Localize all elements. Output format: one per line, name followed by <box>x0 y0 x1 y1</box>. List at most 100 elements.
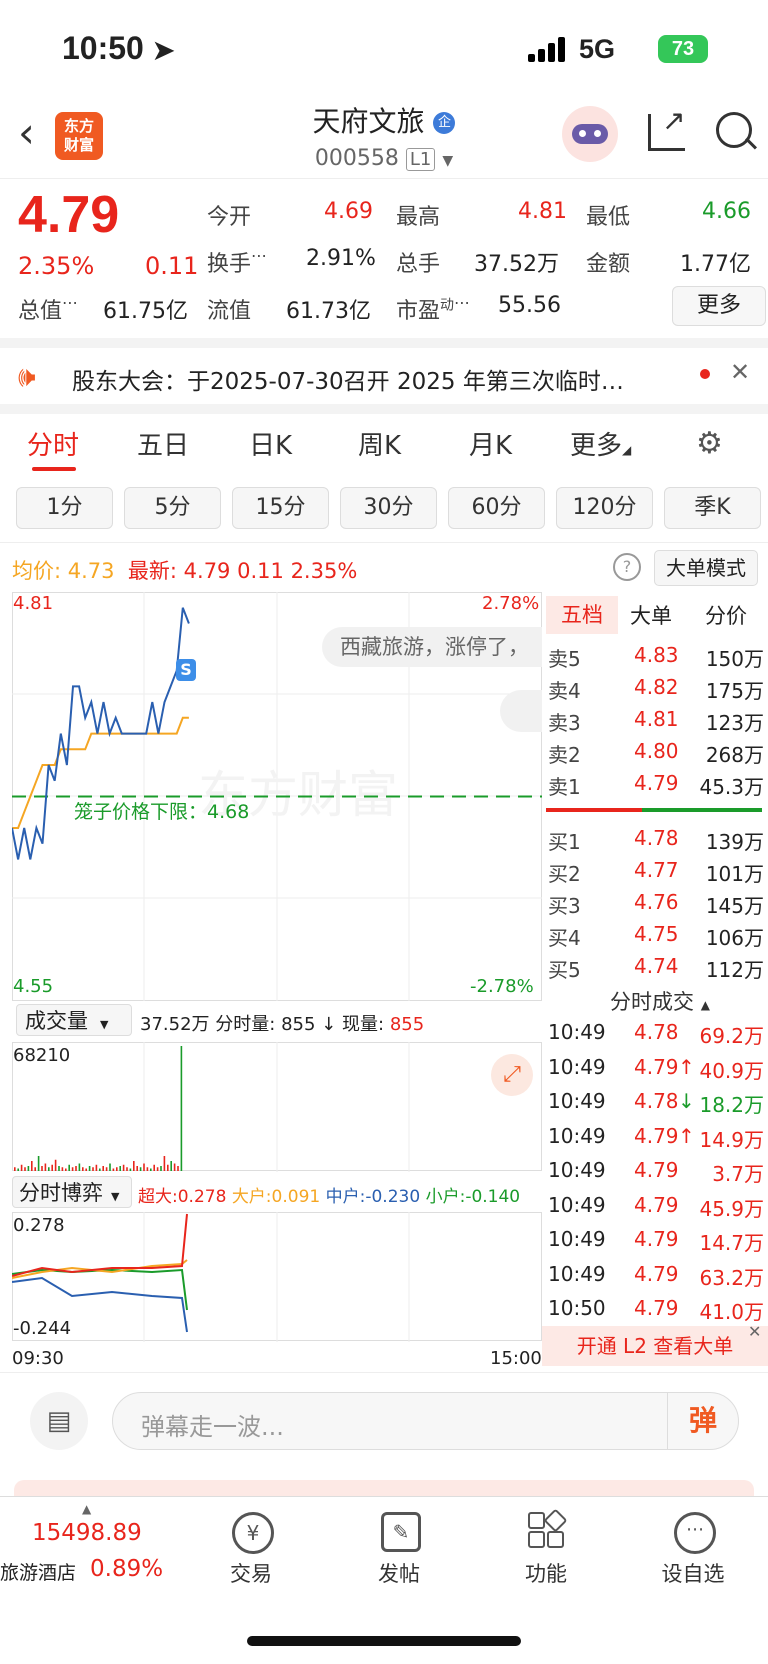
more-dots-icon[interactable]: ⋯ <box>674 1512 716 1554</box>
total-value: 61.75亿 <box>103 299 188 324</box>
trade-row: 10:49 4.79 ↑ 14.9万 <box>548 1124 764 1154</box>
volume-selector[interactable]: 成交量 ▼ <box>16 1004 132 1036</box>
trade-price: 4.79 <box>634 1123 679 1148</box>
tab-weekly-k[interactable]: 周K <box>358 425 401 462</box>
volume-bar <box>136 1166 138 1171</box>
bid-row[interactable]: 买4 4.75 106万 <box>548 922 764 952</box>
big-order-mode-button[interactable]: 大单模式 <box>654 550 758 586</box>
info-icon[interactable]: ⋯ <box>454 293 470 312</box>
ask-volume: 123万 <box>705 711 764 735</box>
dropdown-icon: ▼ <box>100 1018 109 1031</box>
comment-input[interactable]: 弹幕走一波... 弹 <box>112 1392 739 1450</box>
close-icon[interactable]: ✕ <box>748 1322 761 1341</box>
subtab-60min[interactable]: 60分 <box>448 487 545 529</box>
expand-icon[interactable]: ⤢ <box>491 1054 533 1096</box>
amount-value: 1.77亿 <box>680 252 751 277</box>
robot-avatar-icon[interactable] <box>562 106 618 162</box>
trade-price: 4.78 <box>634 1089 679 1113</box>
bid-row[interactable]: 买3 4.76 145万 <box>548 890 764 920</box>
bid-row[interactable]: 买2 4.77 101万 <box>548 858 764 888</box>
tab-daily-k[interactable]: 日K <box>249 425 292 462</box>
volume-bar <box>122 1164 125 1171</box>
settings-gear-icon[interactable]: ⚙ <box>696 426 723 461</box>
mascot-icon[interactable] <box>500 690 542 732</box>
status-time: 10:50 ➤ <box>62 30 175 66</box>
trade-row: 10:49 4.78 69.2万 <box>548 1020 764 1050</box>
ob-tab-price[interactable]: 分价 <box>705 600 747 630</box>
help-icon[interactable]: ? <box>613 553 641 581</box>
comment-send-button[interactable]: 弹 <box>667 1393 738 1449</box>
tab-intraday[interactable]: 分时 <box>27 425 79 462</box>
volume-bar <box>112 1168 115 1171</box>
trade-row: 10:49 4.79 63.2万 <box>548 1262 764 1292</box>
trade-icon[interactable]: ¥ <box>232 1512 274 1554</box>
search-icon[interactable] <box>716 112 752 148</box>
s-marker[interactable]: S <box>176 659 196 681</box>
turnover-label: 换手⋯ <box>207 246 268 277</box>
volume-bar <box>37 1156 40 1171</box>
ask-volume: 268万 <box>705 743 764 767</box>
tab-five-day[interactable]: 五日 <box>137 425 189 462</box>
bid-price: 4.75 <box>634 922 679 946</box>
location-arrow-icon: ➤ <box>152 35 175 65</box>
tab-more[interactable]: 更多◢ <box>570 425 631 462</box>
index-value[interactable]: 15498.89 <box>32 1520 142 1546</box>
subtab-season-k[interactable]: 季K <box>664 487 761 529</box>
ob-tab-big-order[interactable]: 大单 <box>630 600 672 630</box>
section-divider <box>0 404 768 414</box>
subtab-1min[interactable]: 1分 <box>16 487 113 529</box>
notice-dot <box>700 369 710 379</box>
tab-monthly-k[interactable]: 月K <box>469 425 512 462</box>
nav-add-watchlist[interactable]: 设自选 <box>638 1558 748 1588</box>
post-icon[interactable]: ✎ <box>381 1512 421 1552</box>
ask-volume: 175万 <box>705 679 764 703</box>
volume-bar <box>156 1167 159 1171</box>
game-selector[interactable]: 分时博弈 ▼ <box>12 1176 132 1208</box>
ask-label: 卖4 <box>548 679 581 703</box>
dropdown-icon: ▼ <box>111 1190 120 1203</box>
ask-row[interactable]: 卖2 4.80 268万 <box>548 739 764 769</box>
bid-volume: 112万 <box>705 958 764 982</box>
info-icon[interactable]: ⋯ <box>62 293 78 312</box>
bid-row[interactable]: 买1 4.78 139万 <box>548 826 764 856</box>
ask-row[interactable]: 卖5 4.83 150万 <box>548 643 764 673</box>
ask-row[interactable]: 卖3 4.81 123万 <box>548 707 764 737</box>
ob-divider-green <box>642 808 762 812</box>
speaker-icon: 🕪 <box>18 360 36 393</box>
ask-row[interactable]: 卖4 4.82 175万 <box>548 675 764 705</box>
close-icon[interactable]: ✕ <box>730 358 750 386</box>
trade-time: 10:49 <box>548 1089 606 1113</box>
bid-label: 买4 <box>548 926 581 950</box>
ask-label: 卖3 <box>548 711 581 735</box>
l2-banner[interactable]: 开通 L2 查看大单 <box>542 1326 768 1366</box>
low-label: 最低 <box>586 205 631 230</box>
volume-bar <box>99 1168 101 1171</box>
ask-row[interactable]: 卖1 4.79 45.3万 <box>548 771 764 801</box>
ob-tab-five-level[interactable]: 五档 <box>546 596 618 634</box>
volume-bar <box>75 1166 77 1171</box>
subtab-15min[interactable]: 15分 <box>232 487 329 529</box>
ask-price: 4.81 <box>634 707 679 731</box>
volume-bar <box>177 1166 179 1171</box>
chat-history-icon[interactable]: ▤ <box>30 1392 88 1450</box>
nav-function[interactable]: 功能 <box>491 1558 601 1588</box>
down-arrow-icon: ↓ <box>321 1014 337 1035</box>
comment-bubble[interactable]: 西藏旅游，涨停了， <box>322 627 542 667</box>
bid-price: 4.76 <box>634 890 679 914</box>
ob-divider-red <box>546 808 642 812</box>
game-chart <box>12 1212 542 1342</box>
function-grid-icon[interactable] <box>528 1508 568 1548</box>
nav-trade[interactable]: 交易 <box>196 1558 306 1588</box>
subtab-30min[interactable]: 30分 <box>340 487 437 529</box>
bid-price: 4.74 <box>634 954 679 978</box>
high-label: 最高 <box>396 205 441 230</box>
info-icon[interactable]: ⋯ <box>251 246 267 265</box>
index-pct: 0.89% <box>90 1556 164 1582</box>
more-button[interactable]: 更多 <box>672 286 766 326</box>
nav-post[interactable]: 发帖 <box>344 1558 454 1588</box>
trades-title[interactable]: 分时成交 ▲ <box>610 986 710 1016</box>
bid-row[interactable]: 买5 4.74 112万 <box>548 954 764 984</box>
notice-text[interactable]: 股东大会：于2025-07-30召开 2025 年第三次临时… <box>72 362 672 396</box>
subtab-5min[interactable]: 5分 <box>124 487 221 529</box>
subtab-120min[interactable]: 120分 <box>556 487 653 529</box>
